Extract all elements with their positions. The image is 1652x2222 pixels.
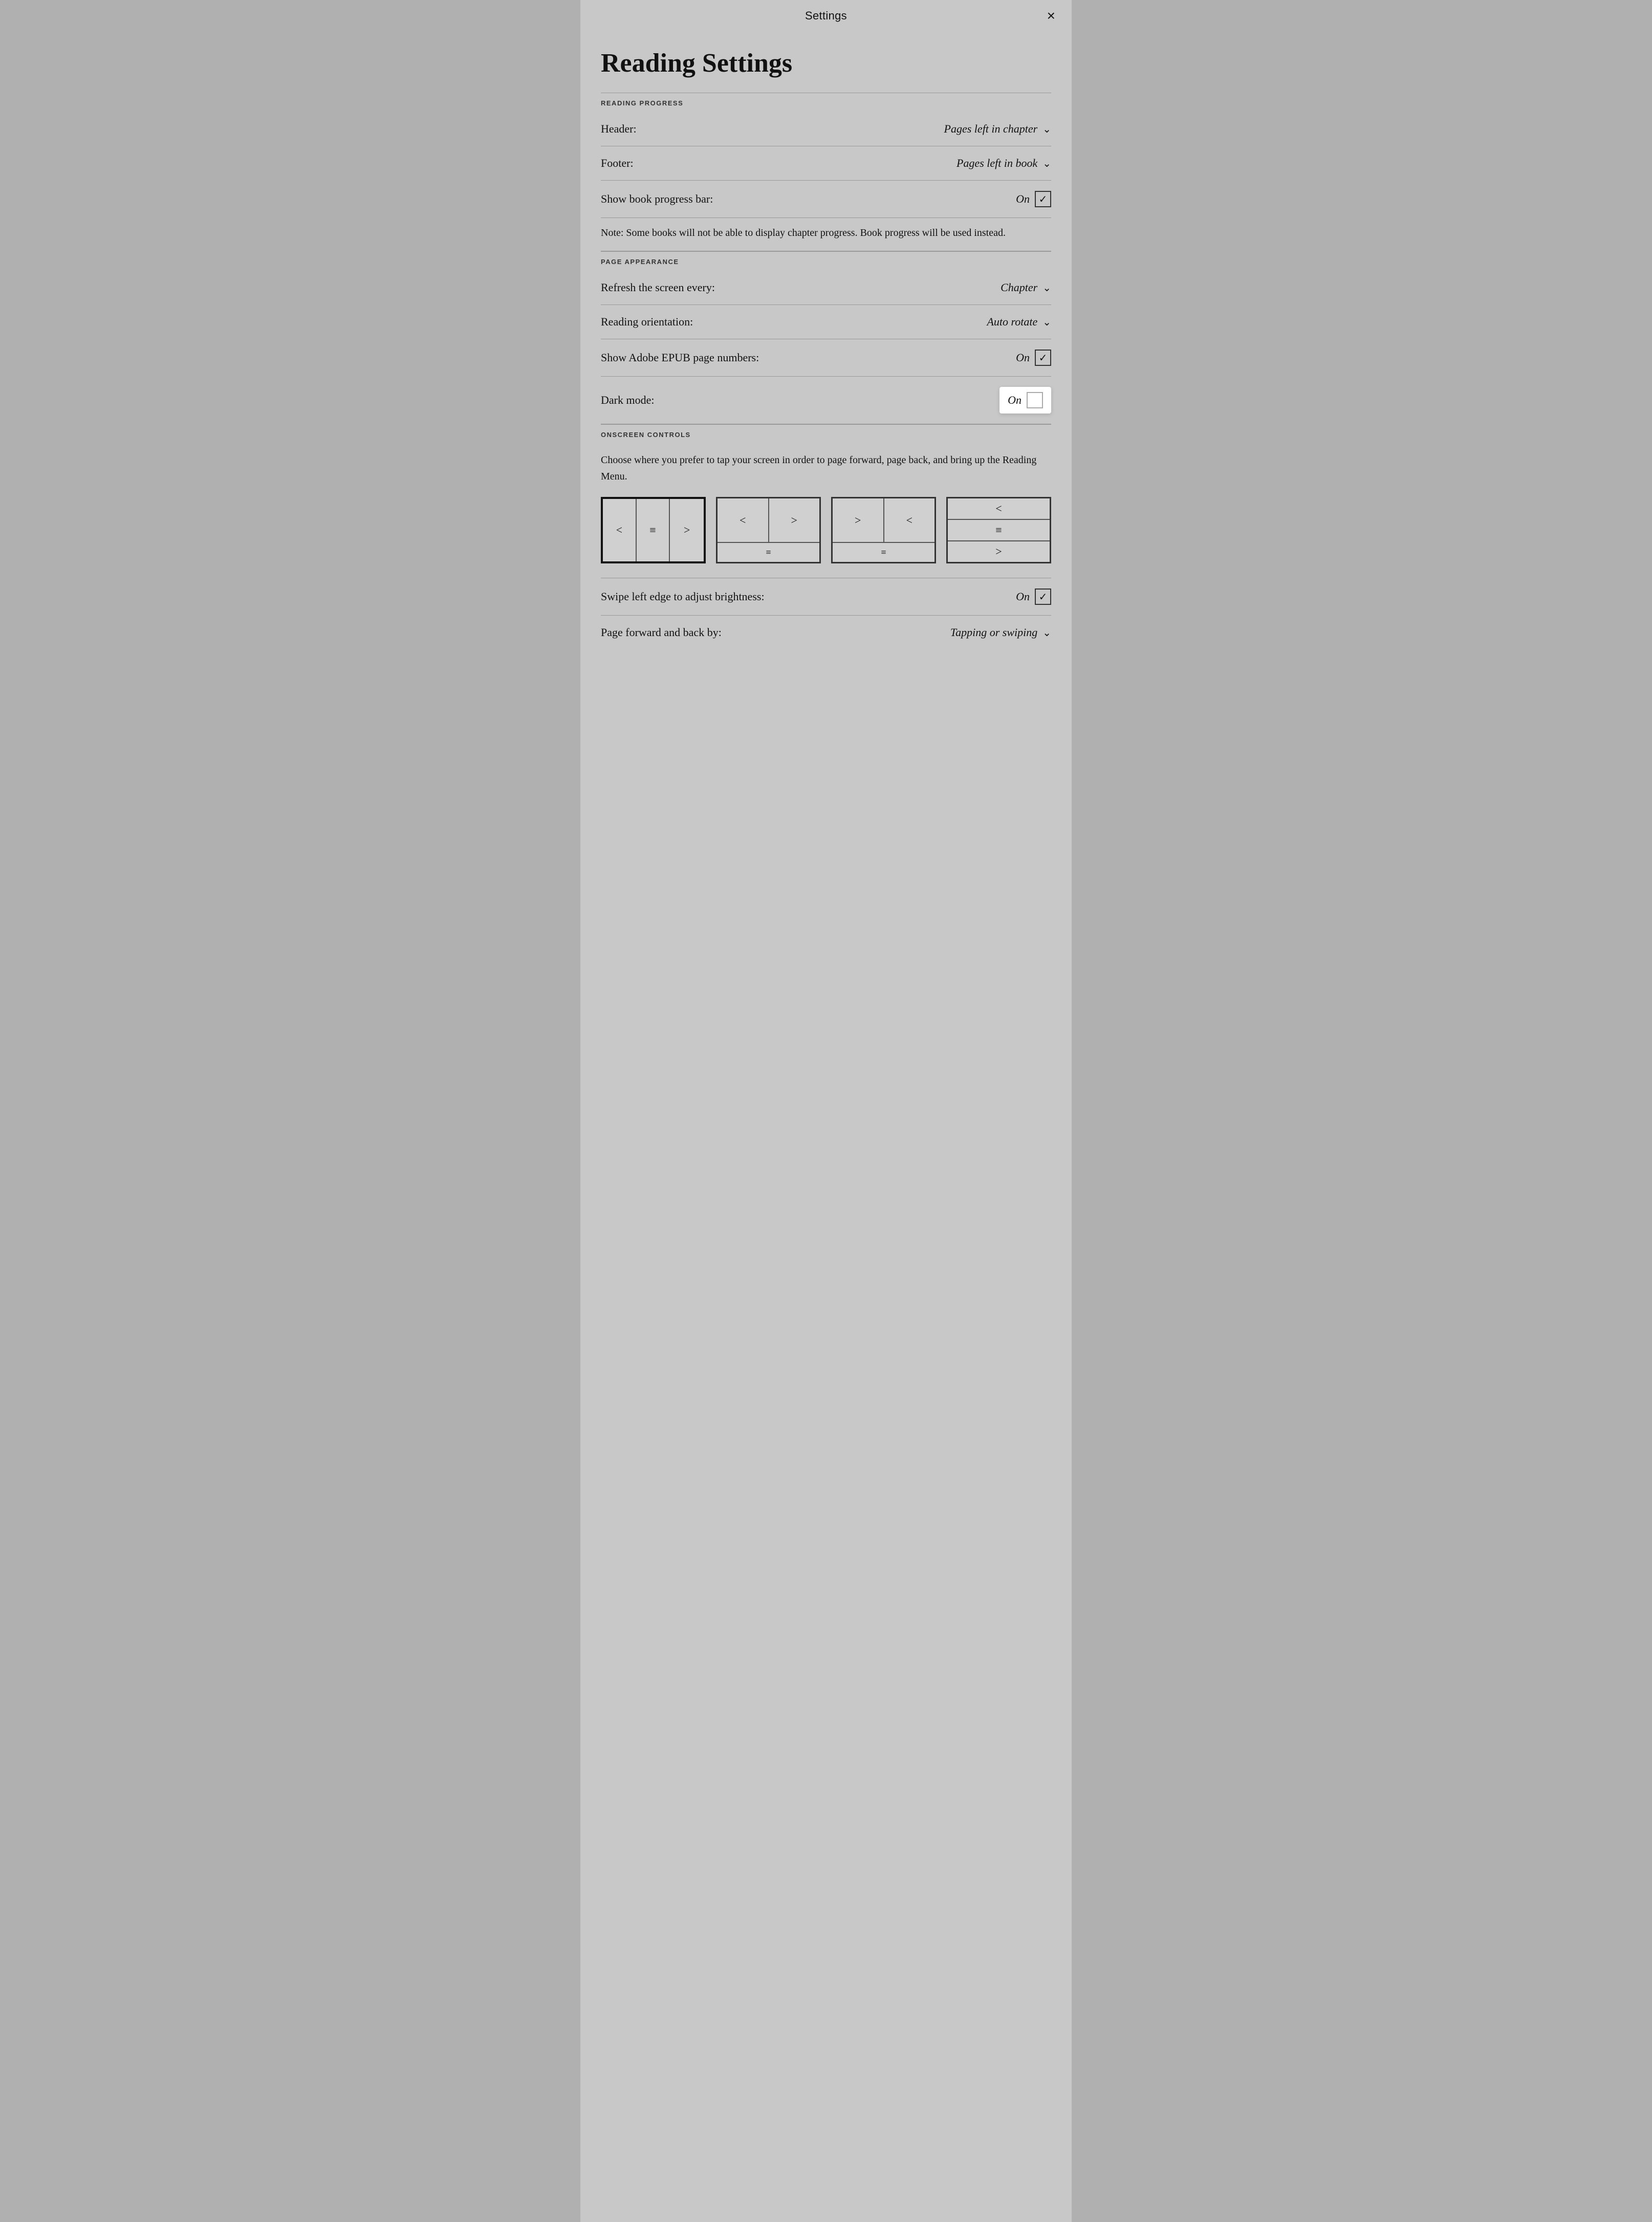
- layout-option-2[interactable]: < > ≡: [716, 497, 821, 563]
- page-title: Reading Settings: [601, 48, 1051, 78]
- epub-checkbox[interactable]: [1035, 350, 1051, 366]
- orientation-label: Reading orientation:: [601, 315, 693, 329]
- layout-box-4: < ≡ >: [946, 497, 1051, 563]
- footer-value: Pages left in book: [957, 157, 1037, 170]
- dark-mode-label: Dark mode:: [601, 394, 654, 407]
- close-button[interactable]: ×: [1043, 7, 1059, 25]
- refresh-dropdown[interactable]: Chapter ⌄: [1001, 281, 1051, 294]
- layout2-left: <: [718, 514, 768, 527]
- footer-chevron-icon: ⌄: [1042, 157, 1051, 170]
- page-forward-value: Tapping or swiping: [950, 626, 1037, 639]
- orientation-value: Auto rotate: [987, 315, 1037, 329]
- header-label: Header:: [601, 122, 637, 136]
- header-chevron-icon: ⌄: [1042, 123, 1051, 136]
- layout3-bottom-menu: ≡: [833, 543, 934, 562]
- footer-label: Footer:: [601, 157, 634, 170]
- layout1-center: ≡: [637, 499, 670, 561]
- footer-setting-row: Footer: Pages left in book ⌄: [601, 146, 1051, 181]
- layout2-right: >: [769, 514, 820, 527]
- brightness-label: Swipe left edge to adjust brightness:: [601, 590, 765, 603]
- modal-title: Settings: [805, 9, 847, 23]
- layout4-top: <: [948, 498, 1050, 520]
- progress-bar-checkbox[interactable]: [1035, 191, 1051, 207]
- settings-modal: Settings × Reading Settings READING PROG…: [580, 0, 1072, 2222]
- header-dropdown[interactable]: Pages left in chapter ⌄: [944, 122, 1051, 136]
- brightness-state: On: [1016, 590, 1030, 603]
- epub-control: On: [1016, 350, 1051, 366]
- layout2-inner: < > ≡: [718, 498, 819, 562]
- layout1-left: <: [603, 499, 637, 561]
- progress-bar-setting-row: Show book progress bar: On: [601, 181, 1051, 218]
- layout3-top: > <: [833, 498, 934, 542]
- section-reading-progress: READING PROGRESS: [601, 93, 1051, 112]
- brightness-setting-row: Swipe left edge to adjust brightness: On: [601, 578, 1051, 616]
- layout-options: < ≡ > < > ≡: [601, 497, 1051, 578]
- layout3-right: <: [884, 514, 935, 527]
- onscreen-description: Choose where you prefer to tap your scre…: [601, 444, 1051, 497]
- footer-dropdown[interactable]: Pages left in book ⌄: [957, 157, 1051, 170]
- layout-option-1[interactable]: < ≡ >: [601, 497, 706, 563]
- layout-box-1: < ≡ >: [601, 497, 706, 563]
- progress-bar-state: On: [1016, 192, 1030, 206]
- epub-state: On: [1016, 351, 1030, 364]
- page-forward-chevron-icon: ⌄: [1042, 626, 1051, 639]
- dark-mode-setting-row: Dark mode: On: [601, 377, 1051, 424]
- refresh-setting-row: Refresh the screen every: Chapter ⌄: [601, 271, 1051, 305]
- dark-mode-checkbox[interactable]: [1027, 392, 1043, 408]
- brightness-control: On: [1016, 589, 1051, 605]
- layout2-bottom-menu: ≡: [718, 543, 819, 562]
- brightness-checkbox[interactable]: [1035, 589, 1051, 605]
- layout1-right: >: [670, 499, 704, 561]
- refresh-value: Chapter: [1001, 281, 1037, 294]
- refresh-label: Refresh the screen every:: [601, 281, 715, 294]
- layout-option-3[interactable]: > < ≡: [831, 497, 936, 563]
- header-setting-row: Header: Pages left in chapter ⌄: [601, 112, 1051, 146]
- header-value: Pages left in chapter: [944, 122, 1038, 136]
- layout4-middle: ≡: [948, 520, 1050, 541]
- orientation-chevron-icon: ⌄: [1042, 316, 1051, 329]
- epub-label: Show Adobe EPUB page numbers:: [601, 351, 759, 364]
- orientation-dropdown[interactable]: Auto rotate ⌄: [987, 315, 1051, 329]
- layout-option-4[interactable]: < ≡ >: [946, 497, 1051, 563]
- refresh-chevron-icon: ⌄: [1042, 281, 1051, 294]
- dark-mode-control: On: [999, 387, 1051, 413]
- orientation-setting-row: Reading orientation: Auto rotate ⌄: [601, 305, 1051, 339]
- layout4-bottom: >: [948, 541, 1050, 562]
- layout-box-3: > < ≡: [831, 497, 936, 563]
- page-forward-dropdown[interactable]: Tapping or swiping ⌄: [950, 626, 1051, 639]
- section-onscreen-controls: ONSCREEN CONTROLS: [601, 424, 1051, 444]
- dark-mode-state: On: [1008, 394, 1021, 407]
- epub-setting-row: Show Adobe EPUB page numbers: On: [601, 339, 1051, 377]
- layout-box-2: < > ≡: [716, 497, 821, 563]
- modal-header: Settings ×: [580, 0, 1072, 32]
- settings-content: Reading Settings READING PROGRESS Header…: [580, 32, 1072, 670]
- page-forward-label: Page forward and back by:: [601, 626, 722, 639]
- layout4-inner: < ≡ >: [948, 498, 1050, 562]
- progress-note: Note: Some books will not be able to dis…: [601, 218, 1051, 251]
- layout2-top: < >: [718, 498, 819, 542]
- layout3-left: >: [833, 514, 883, 527]
- progress-bar-control: On: [1016, 191, 1051, 207]
- page-forward-setting-row: Page forward and back by: Tapping or swi…: [601, 616, 1051, 649]
- section-page-appearance: PAGE APPEARANCE: [601, 251, 1051, 271]
- progress-bar-label: Show book progress bar:: [601, 192, 713, 206]
- layout3-inner: > < ≡: [833, 498, 934, 562]
